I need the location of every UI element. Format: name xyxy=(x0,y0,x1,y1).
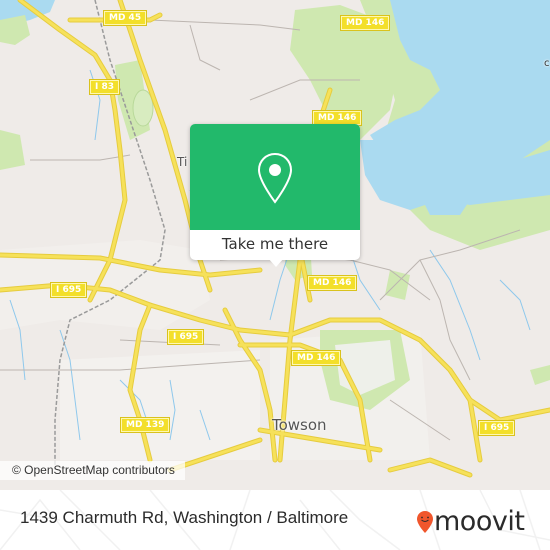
route-shield-md146: MD 146 xyxy=(311,110,363,126)
footer-bar: 1439 Charmuth Rd, Washington / Baltimore… xyxy=(0,490,550,550)
map-canvas[interactable]: MD 45 I 83 MD 146 MD 146 MD 146 MD 146 I… xyxy=(0,0,550,490)
moovit-wordmark: moovit xyxy=(434,506,525,537)
map-area xyxy=(60,350,260,460)
route-shield-md45: MD 45 xyxy=(102,10,148,26)
route-shield-i83: I 83 xyxy=(88,79,121,95)
place-label-timonium: Ti xyxy=(177,155,188,169)
route-shield-md146: MD 146 xyxy=(290,350,342,366)
popup-header xyxy=(190,124,360,230)
take-me-there-button[interactable]: Take me there xyxy=(190,230,360,260)
route-shield-md146: MD 146 xyxy=(306,275,358,291)
route-shield-i695: I 695 xyxy=(477,420,516,436)
route-shield-md139: MD 139 xyxy=(119,417,171,433)
park-area xyxy=(0,15,30,45)
park-area xyxy=(385,270,410,300)
place-label-edge: c xyxy=(544,58,550,69)
route-shield-md146: MD 146 xyxy=(339,15,391,31)
route-shield-i695: I 695 xyxy=(49,282,88,298)
park-area xyxy=(0,130,25,170)
place-label-towson: Towson xyxy=(272,416,327,434)
moovit-pin-logo-icon xyxy=(417,511,433,533)
route-shield-i695: I 695 xyxy=(166,329,205,345)
park-area xyxy=(530,365,550,385)
location-popup: Take me there xyxy=(190,124,360,267)
map-pin-icon xyxy=(257,152,293,204)
popup-pointer xyxy=(268,258,284,267)
address-label: 1439 Charmuth Rd, Washington / Baltimore xyxy=(20,508,349,527)
map-attribution[interactable]: © OpenStreetMap contributors xyxy=(0,461,185,480)
